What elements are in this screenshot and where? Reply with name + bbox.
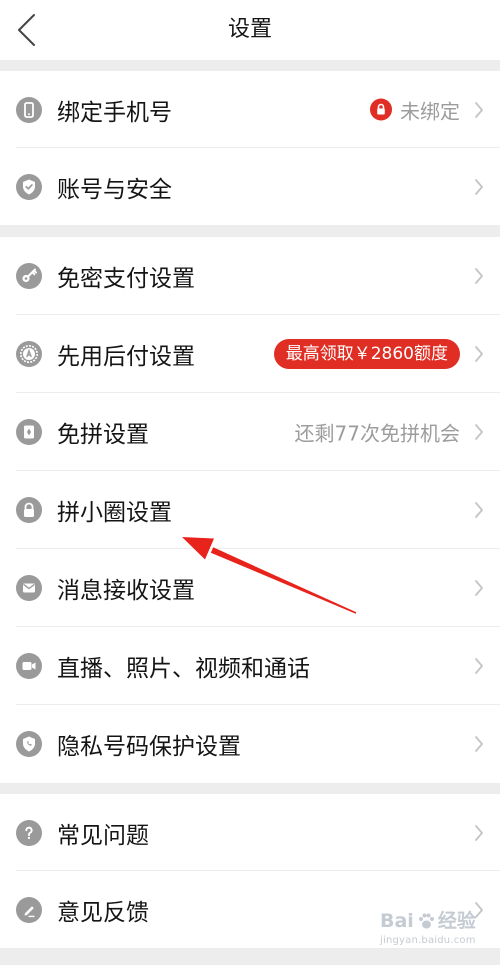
row-account-security[interactable]: 账号与安全: [0, 148, 500, 225]
settings-group-features: 免密支付设置 先用后付设置 最高领取￥2860额度 免拼设置 还剩77次免拼机会…: [0, 237, 500, 783]
settings-group-help: 常见问题 意见反馈: [0, 794, 500, 948]
row-label: 直播、照片、视频和通话: [57, 656, 310, 682]
section-divider: [0, 60, 500, 71]
chevron-right-icon: [474, 579, 484, 597]
video-camera-icon: [16, 653, 42, 679]
row-label: 免密支付设置: [57, 266, 195, 292]
chevron-right-icon: [474, 901, 484, 919]
status-text: 未绑定: [400, 99, 460, 123]
row-label: 消息接收设置: [57, 578, 195, 604]
chevron-right-icon: [474, 345, 484, 363]
row-label: 拼小圈设置: [57, 500, 172, 526]
settings-group-account: 绑定手机号 未绑定 账号与安全: [0, 71, 500, 225]
credit-badge-icon: [16, 341, 42, 367]
section-divider: [0, 783, 500, 794]
chevron-right-icon: [474, 267, 484, 285]
chevron-right-icon: [474, 824, 484, 842]
row-label: 先用后付设置: [57, 344, 195, 370]
chevron-right-icon: [474, 178, 484, 196]
privacy-shield-icon: [16, 731, 42, 757]
row-group-free[interactable]: 免拼设置 还剩77次免拼机会: [0, 393, 500, 471]
phone-icon: [16, 96, 42, 123]
row-pay-later[interactable]: 先用后付设置 最高领取￥2860额度: [0, 315, 500, 393]
settings-page: 设置 绑定手机号 未绑定 账号与安全 免密支付设置 先用后付设置 最高领取￥28…: [0, 0, 500, 965]
top-bar: 设置: [0, 0, 500, 60]
promo-badge: 最高领取￥2860额度: [273, 339, 460, 369]
key-icon: [16, 263, 42, 289]
row-status: 未绑定: [370, 95, 460, 124]
row-media-calls[interactable]: 直播、照片、视频和通话: [0, 627, 500, 705]
pencil-icon: [16, 896, 42, 923]
ticket-icon: [16, 419, 42, 445]
row-label: 账号与安全: [57, 176, 172, 203]
mail-icon: [16, 575, 42, 601]
row-label: 免拼设置: [57, 422, 149, 448]
section-divider: [0, 225, 500, 237]
row-password-free-payment[interactable]: 免密支付设置: [0, 237, 500, 315]
lock-icon: [370, 98, 392, 121]
row-label: 隐私号码保护设置: [57, 734, 241, 760]
row-label: 常见问题: [57, 822, 149, 849]
row-status: 最高领取￥2860额度: [273, 339, 460, 369]
chevron-right-icon: [474, 735, 484, 753]
row-feedback[interactable]: 意见反馈: [0, 871, 500, 948]
question-icon: [16, 819, 42, 846]
chevron-right-icon: [474, 101, 484, 119]
chevron-right-icon: [474, 501, 484, 519]
chevron-right-icon: [474, 657, 484, 675]
row-privacy-number[interactable]: 隐私号码保护设置: [0, 705, 500, 783]
status-text: 还剩77次免拼机会: [294, 421, 460, 446]
chevron-right-icon: [474, 423, 484, 441]
shield-check-icon: [16, 173, 42, 200]
row-label: 意见反馈: [57, 899, 149, 926]
row-moments[interactable]: 拼小圈设置: [0, 471, 500, 549]
row-status: 还剩77次免拼机会: [295, 418, 460, 447]
row-notifications[interactable]: 消息接收设置: [0, 549, 500, 627]
row-bind-phone[interactable]: 绑定手机号 未绑定: [0, 71, 500, 148]
page-title: 设置: [227, 17, 272, 42]
row-faq[interactable]: 常见问题: [0, 794, 500, 871]
row-label: 绑定手机号: [57, 99, 172, 126]
lock-icon: [16, 497, 42, 523]
